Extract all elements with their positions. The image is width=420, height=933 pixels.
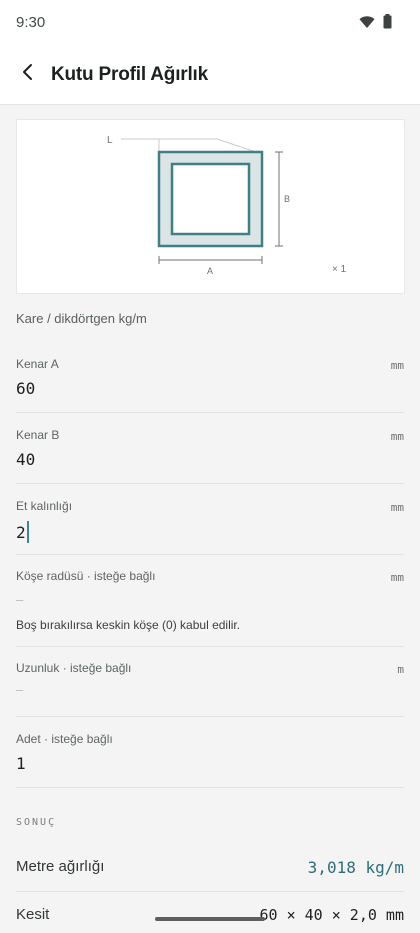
weight-result-row: Metre ağırlığı 3,018 kg/m <box>16 858 404 882</box>
corner-radius-field[interactable]: Köşe radüsü · isteğe bağlı mm — Boş bıra… <box>16 569 404 647</box>
thickness-label: Et kalınlığı <box>16 499 73 513</box>
side-a-input[interactable]: 60 <box>16 379 35 398</box>
diagram-label-b: B <box>284 194 290 204</box>
diagram-label-l: L <box>107 135 113 146</box>
side-b-label: Kenar B <box>16 428 60 442</box>
diagram-quantity: × 1 <box>332 264 347 275</box>
thickness-unit: mm <box>390 501 404 514</box>
length-unit: m <box>397 663 404 676</box>
app-bar: Kutu Profil Ağırlık <box>0 44 420 105</box>
length-field[interactable]: Uzunluk · isteğe bağlı m — <box>16 661 404 717</box>
thickness-field[interactable]: Et kalınlığı mm 2 <box>16 499 404 555</box>
wifi-icon <box>359 15 375 34</box>
calculator-subtitle: Kare / dikdörtgen kg/m <box>16 311 147 326</box>
side-b-field[interactable]: Kenar B mm 40 <box>16 428 404 484</box>
thickness-value: 2 <box>16 523 26 542</box>
battery-icon <box>383 14 392 34</box>
thickness-input[interactable]: 2 <box>16 521 29 543</box>
side-a-unit: mm <box>390 359 404 372</box>
side-b-unit: mm <box>390 430 404 443</box>
corner-radius-hint: Boş bırakılırsa keskin köşe (0) kabul ed… <box>16 618 241 632</box>
side-b-input[interactable]: 40 <box>16 450 35 469</box>
diagram-label-a: A <box>207 266 213 276</box>
text-cursor <box>26 521 29 543</box>
section-value: 60 × 40 × 2,0 mm <box>259 906 405 924</box>
home-indicator[interactable] <box>155 917 265 921</box>
status-icons <box>359 14 392 34</box>
result-section-title: SONUÇ <box>16 817 57 828</box>
corner-radius-input[interactable]: — <box>16 593 23 607</box>
quantity-input[interactable]: 1 <box>16 754 26 773</box>
status-bar: 9:30 <box>0 0 420 44</box>
length-input[interactable]: — <box>16 683 23 697</box>
status-time: 9:30 <box>16 14 46 31</box>
section-label: Kesit <box>16 906 50 923</box>
corner-radius-unit: mm <box>390 571 404 584</box>
page-title: Kutu Profil Ağırlık <box>51 64 208 85</box>
quantity-field[interactable]: Adet · isteğe bağlı 1 <box>16 732 404 788</box>
quantity-label: Adet · isteğe bağlı <box>16 732 113 746</box>
back-button[interactable] <box>14 60 42 88</box>
weight-label: Metre ağırlığı <box>16 858 105 875</box>
weight-value: 3,018 kg/m <box>307 858 404 877</box>
chevron-left-icon <box>21 63 35 86</box>
corner-radius-label: Köşe radüsü · isteğe bağlı <box>16 569 156 583</box>
profile-diagram: L B A × 1 <box>16 119 405 294</box>
side-a-field[interactable]: Kenar A mm 60 <box>16 357 404 413</box>
side-a-label: Kenar A <box>16 357 59 371</box>
length-label: Uzunluk · isteğe bağlı <box>16 661 132 675</box>
result-divider <box>16 891 404 892</box>
